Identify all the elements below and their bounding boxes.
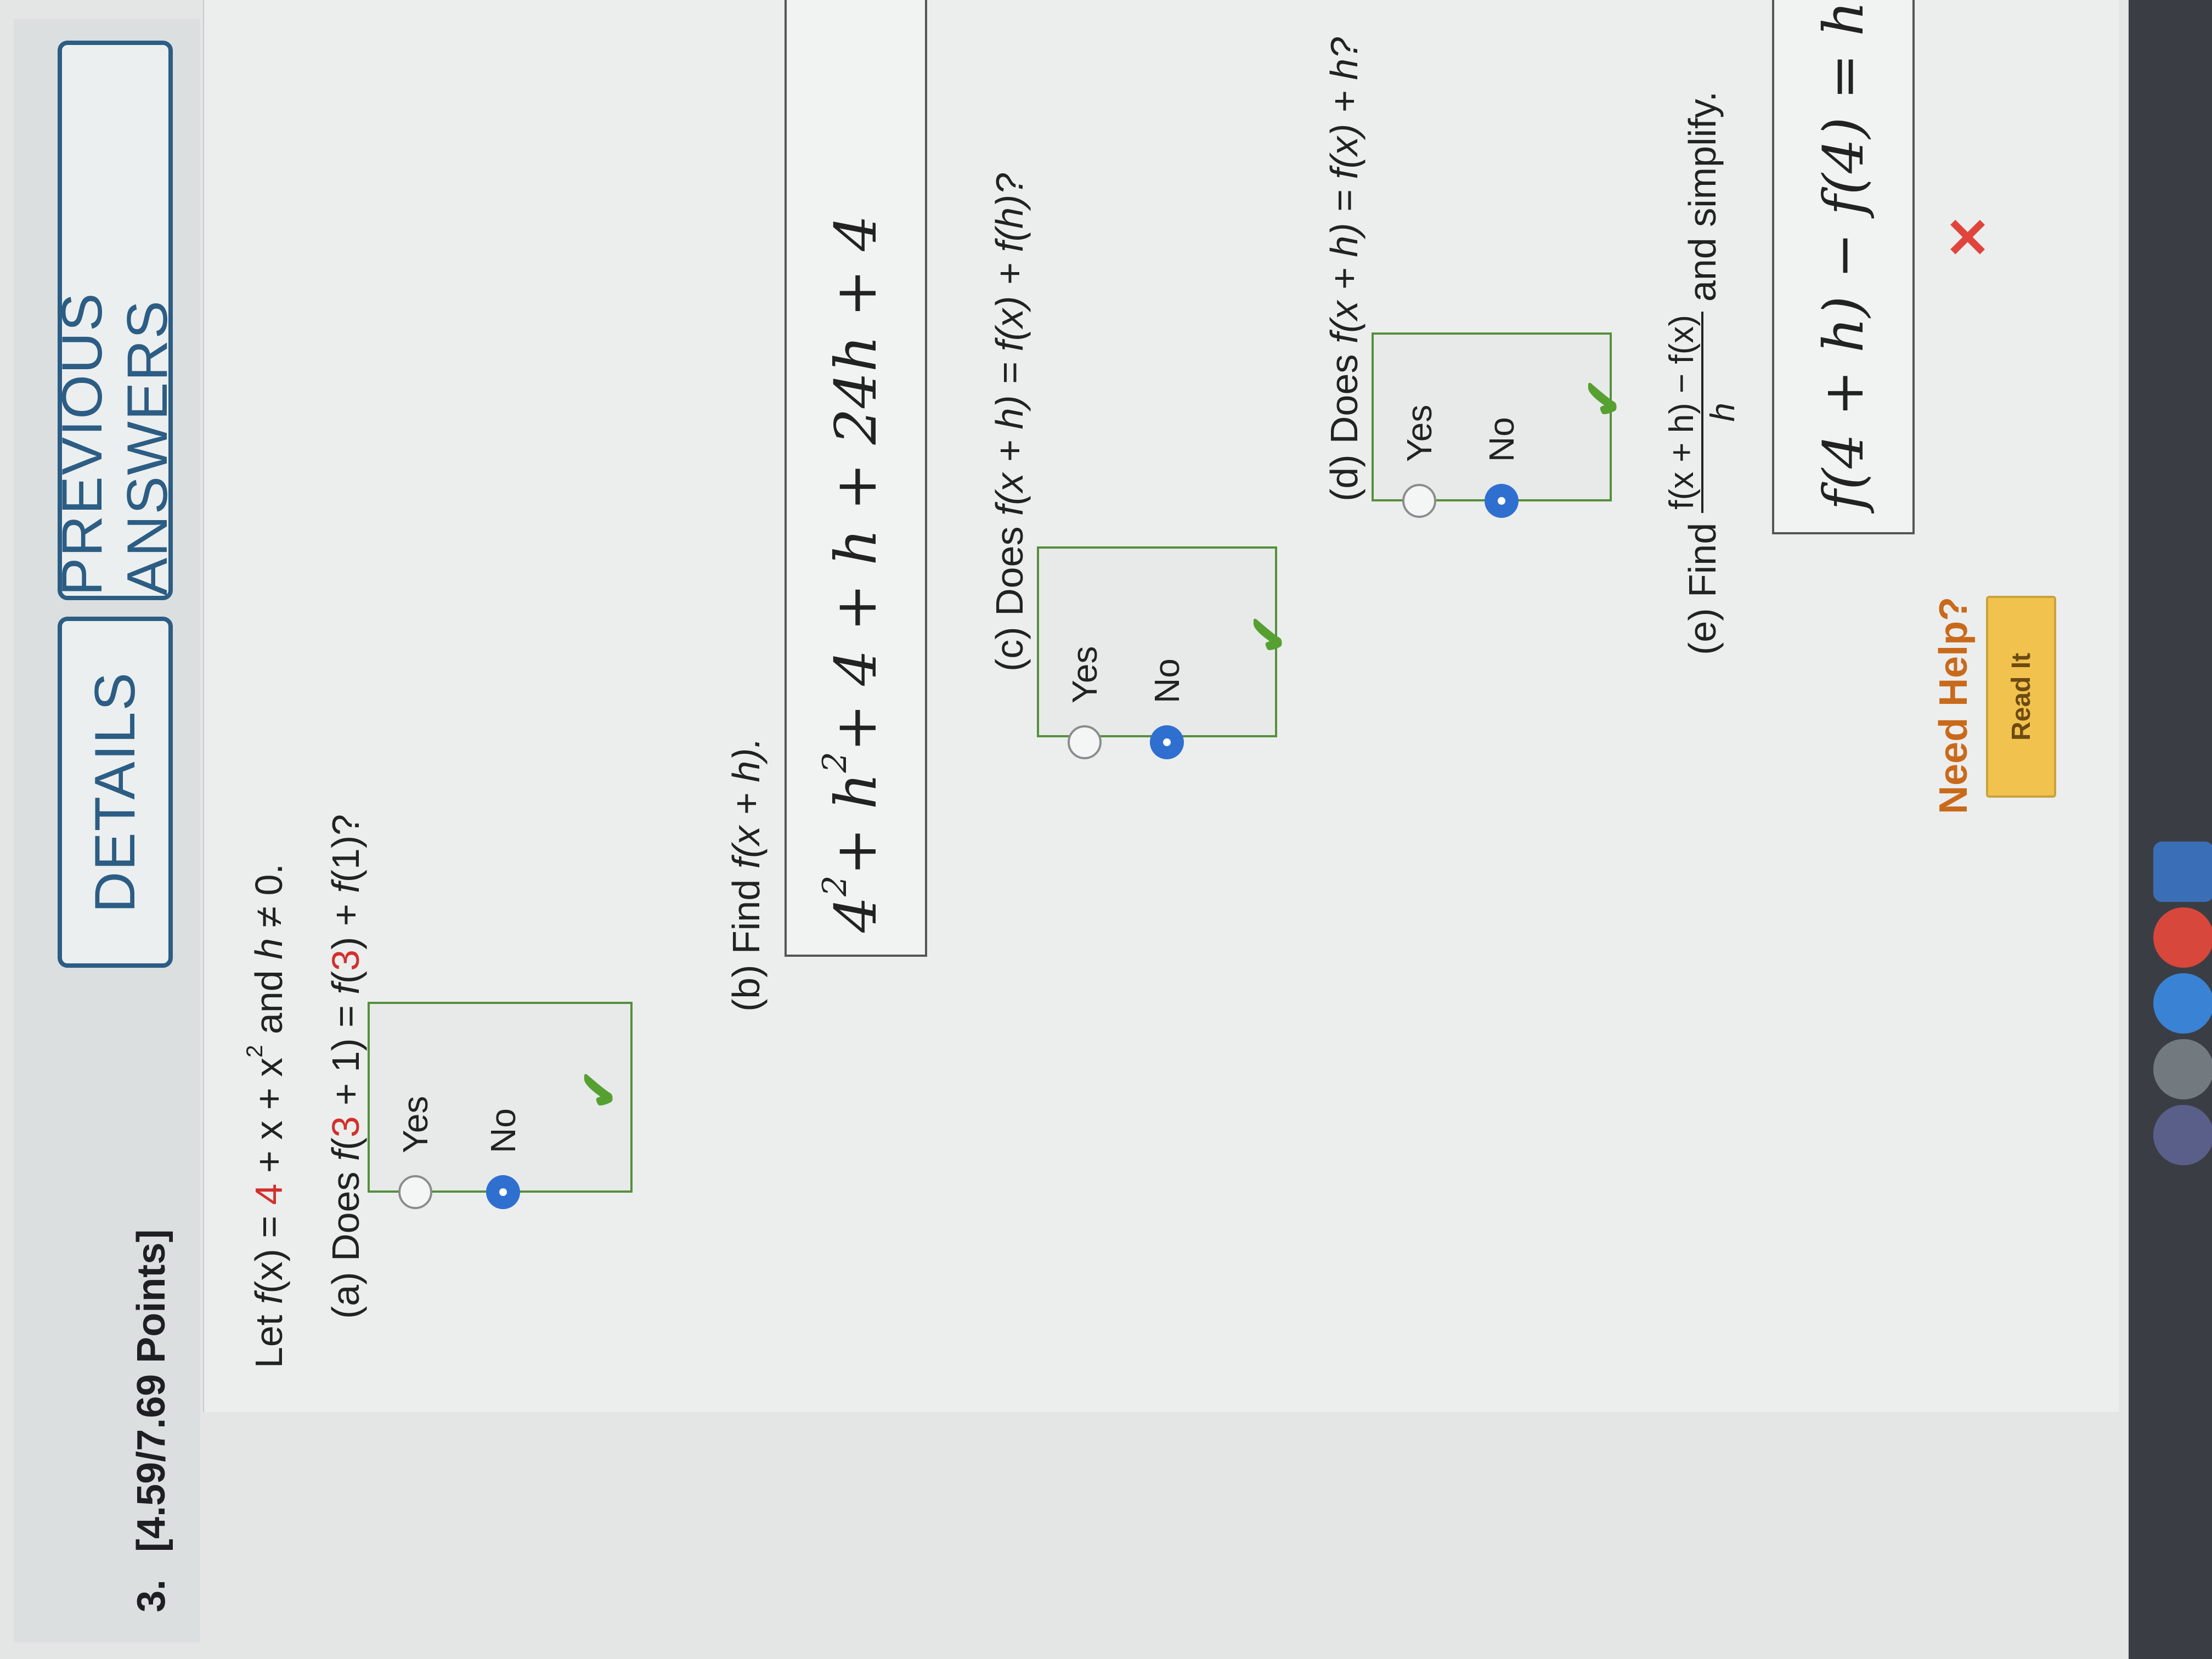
part-d-option-yes[interactable]: Yes bbox=[1399, 405, 1440, 518]
part-c-option-yes[interactable]: Yes bbox=[1064, 646, 1105, 759]
previous-answers-button[interactable]: PREVIOUS ANSWERS bbox=[50, 41, 179, 600]
dock-app-icon[interactable] bbox=[2153, 1039, 2212, 1099]
radio-yes[interactable] bbox=[1068, 725, 1102, 759]
part-e-question: (e) Find f(x + h) − f(x) h and simplify. bbox=[1662, 91, 1742, 655]
part-d-option-no[interactable]: No bbox=[1481, 417, 1522, 518]
part-d-question: (d) Does f(x + h) = f(x) + h? bbox=[1323, 37, 1365, 501]
part-a-question: (a) Does f(3 + 1) = f(3) + f(1)? bbox=[324, 814, 367, 1319]
part-a-option-yes[interactable]: Yes bbox=[395, 1096, 436, 1209]
radio-yes[interactable] bbox=[398, 1175, 432, 1209]
screen: 3. [4.59/7.69 Points] DETAILS PREVIOUS A… bbox=[0, 0, 2212, 1659]
part-a-option-no[interactable]: No bbox=[483, 1108, 523, 1209]
correct-check-icon: ✔ bbox=[1242, 613, 1296, 655]
radio-no-selected[interactable] bbox=[1485, 484, 1519, 518]
dock-app-icon[interactable] bbox=[2153, 1105, 2212, 1165]
question-number: 3. bbox=[129, 1579, 173, 1612]
radio-yes[interactable] bbox=[1402, 484, 1436, 518]
safari-icon[interactable] bbox=[2153, 973, 2212, 1034]
question-header: 3. [4.59/7.69 Points] DETAILS PREVIOUS A… bbox=[14, 19, 200, 1643]
question-title: 3. [4.59/7.69 Points] bbox=[129, 1229, 174, 1612]
part-b-answer-field[interactable]: 42 + h2 + 4 + h + 24h + 4 bbox=[785, 0, 927, 957]
dock-app-icon[interactable] bbox=[2153, 842, 2212, 902]
part-c-option-no[interactable]: No bbox=[1147, 658, 1187, 759]
question-points: [4.59/7.69 Points] bbox=[129, 1229, 173, 1552]
dock bbox=[2129, 0, 2212, 1659]
part-e-answer-field[interactable]: f(4 + h) − f(4) = h(h + 2x + 2) bbox=[1772, 0, 1915, 534]
incorrect-x-icon: ✕ bbox=[1938, 214, 2000, 260]
need-help-label: Need Help? bbox=[1932, 596, 1976, 814]
intro-text: Let f(x) = 4 + x + x2 and h ≠ 0. bbox=[241, 864, 290, 1368]
difference-quotient: f(x + h) − f(x) h bbox=[1662, 311, 1742, 513]
radio-no-selected[interactable] bbox=[1150, 725, 1184, 759]
chrome-icon[interactable] bbox=[2153, 907, 2212, 968]
part-b-question: (b) Find f(x + h). bbox=[725, 737, 768, 1012]
correct-check-icon: ✔ bbox=[572, 1069, 627, 1110]
radio-no-selected[interactable] bbox=[486, 1175, 520, 1209]
read-it-button[interactable]: Read It bbox=[1986, 596, 2056, 798]
part-c-question: (c) Does f(x + h) = f(x) + f(h)? bbox=[988, 173, 1031, 672]
correct-check-icon: ✔ bbox=[1576, 377, 1631, 419]
details-button[interactable]: DETAILS bbox=[58, 617, 173, 968]
